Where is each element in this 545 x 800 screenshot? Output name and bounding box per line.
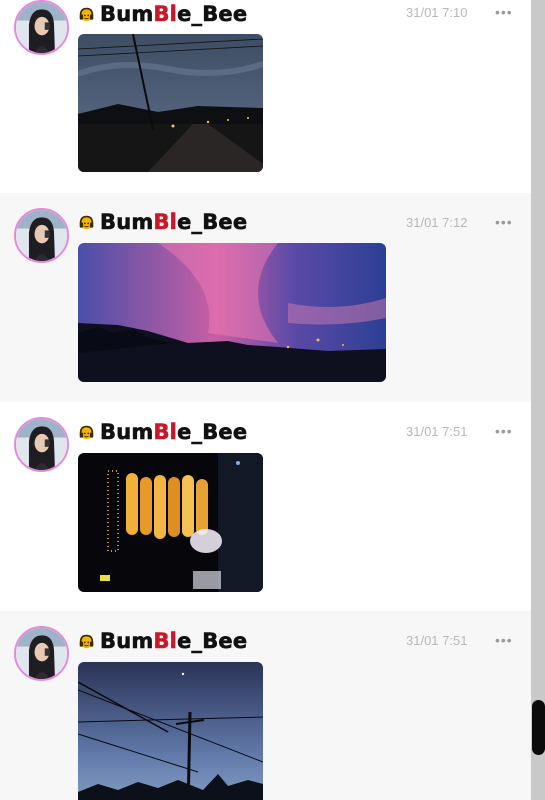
- more-options-icon[interactable]: •••: [495, 4, 513, 20]
- post-photo[interactable]: [78, 662, 263, 800]
- username[interactable]: BumBle_Bee: [100, 629, 248, 654]
- username[interactable]: BumBle_Bee: [100, 210, 248, 235]
- headphones-badge-icon: [78, 6, 95, 23]
- dusk-street-photo-icon: [78, 34, 263, 172]
- headphones-badge-icon: [78, 424, 95, 441]
- message-feed[interactable]: BumBle_Bee 31/01 7:10 ••• BumBle_Bee 31/…: [0, 0, 531, 800]
- scrollbar-thumb[interactable]: [532, 700, 545, 755]
- post-photo[interactable]: [78, 34, 263, 172]
- headphones-badge-icon: [78, 214, 95, 231]
- post-photo[interactable]: [78, 243, 386, 382]
- post-timestamp: 31/01 7:12: [406, 215, 468, 230]
- more-options-icon[interactable]: •••: [495, 632, 513, 648]
- power-lines-sky-photo-icon: [78, 662, 263, 800]
- feed-post: BumBle_Bee 31/01 7:51 •••: [0, 402, 531, 611]
- feed-post: BumBle_Bee 31/01 7:51 •••: [0, 611, 531, 800]
- avatar[interactable]: [14, 208, 69, 263]
- avatar[interactable]: [14, 0, 69, 55]
- avatar[interactable]: [14, 417, 69, 472]
- feed-post: BumBle_Bee 31/01 7:10 •••: [0, 0, 531, 209]
- username[interactable]: BumBle_Bee: [100, 2, 248, 27]
- pink-sunset-photo-icon: [78, 243, 386, 382]
- more-options-icon[interactable]: •••: [495, 214, 513, 230]
- post-timestamp: 31/01 7:10: [406, 5, 468, 20]
- post-photo[interactable]: [78, 453, 263, 592]
- night-lights-photo-icon: [78, 453, 263, 592]
- post-timestamp: 31/01 7:51: [406, 424, 468, 439]
- scrollbar-track[interactable]: [531, 0, 545, 800]
- headphones-badge-icon: [78, 633, 95, 650]
- avatar[interactable]: [14, 626, 69, 681]
- post-timestamp: 31/01 7:51: [406, 633, 468, 648]
- feed-post: BumBle_Bee 31/01 7:12 •••: [0, 193, 531, 402]
- more-options-icon[interactable]: •••: [495, 423, 513, 439]
- username[interactable]: BumBle_Bee: [100, 420, 248, 445]
